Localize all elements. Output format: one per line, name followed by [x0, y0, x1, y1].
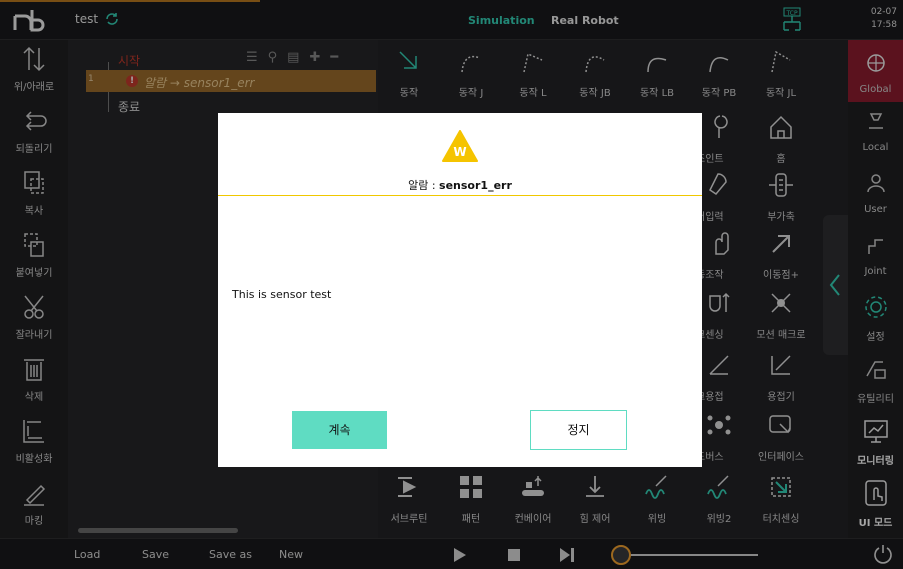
continue-button[interactable]: 계속 [292, 411, 387, 449]
warning-icon: W [442, 130, 478, 162]
dialog-separator [218, 195, 702, 196]
dialog-title-value: sensor1_err [439, 179, 512, 192]
dialog-message: This is sensor test [232, 288, 332, 301]
stop-button[interactable]: 정지 [530, 410, 627, 450]
warning-badge-text: W [453, 145, 466, 159]
app-root: test Simulation Real Robot TCP 02-07 17:… [0, 0, 903, 569]
alarm-dialog: W 알람 : sensor1_err This is sensor test 계… [218, 113, 702, 467]
dialog-title-prefix: 알람 : [408, 179, 440, 192]
dialog-title: 알람 : sensor1_err [218, 177, 702, 193]
